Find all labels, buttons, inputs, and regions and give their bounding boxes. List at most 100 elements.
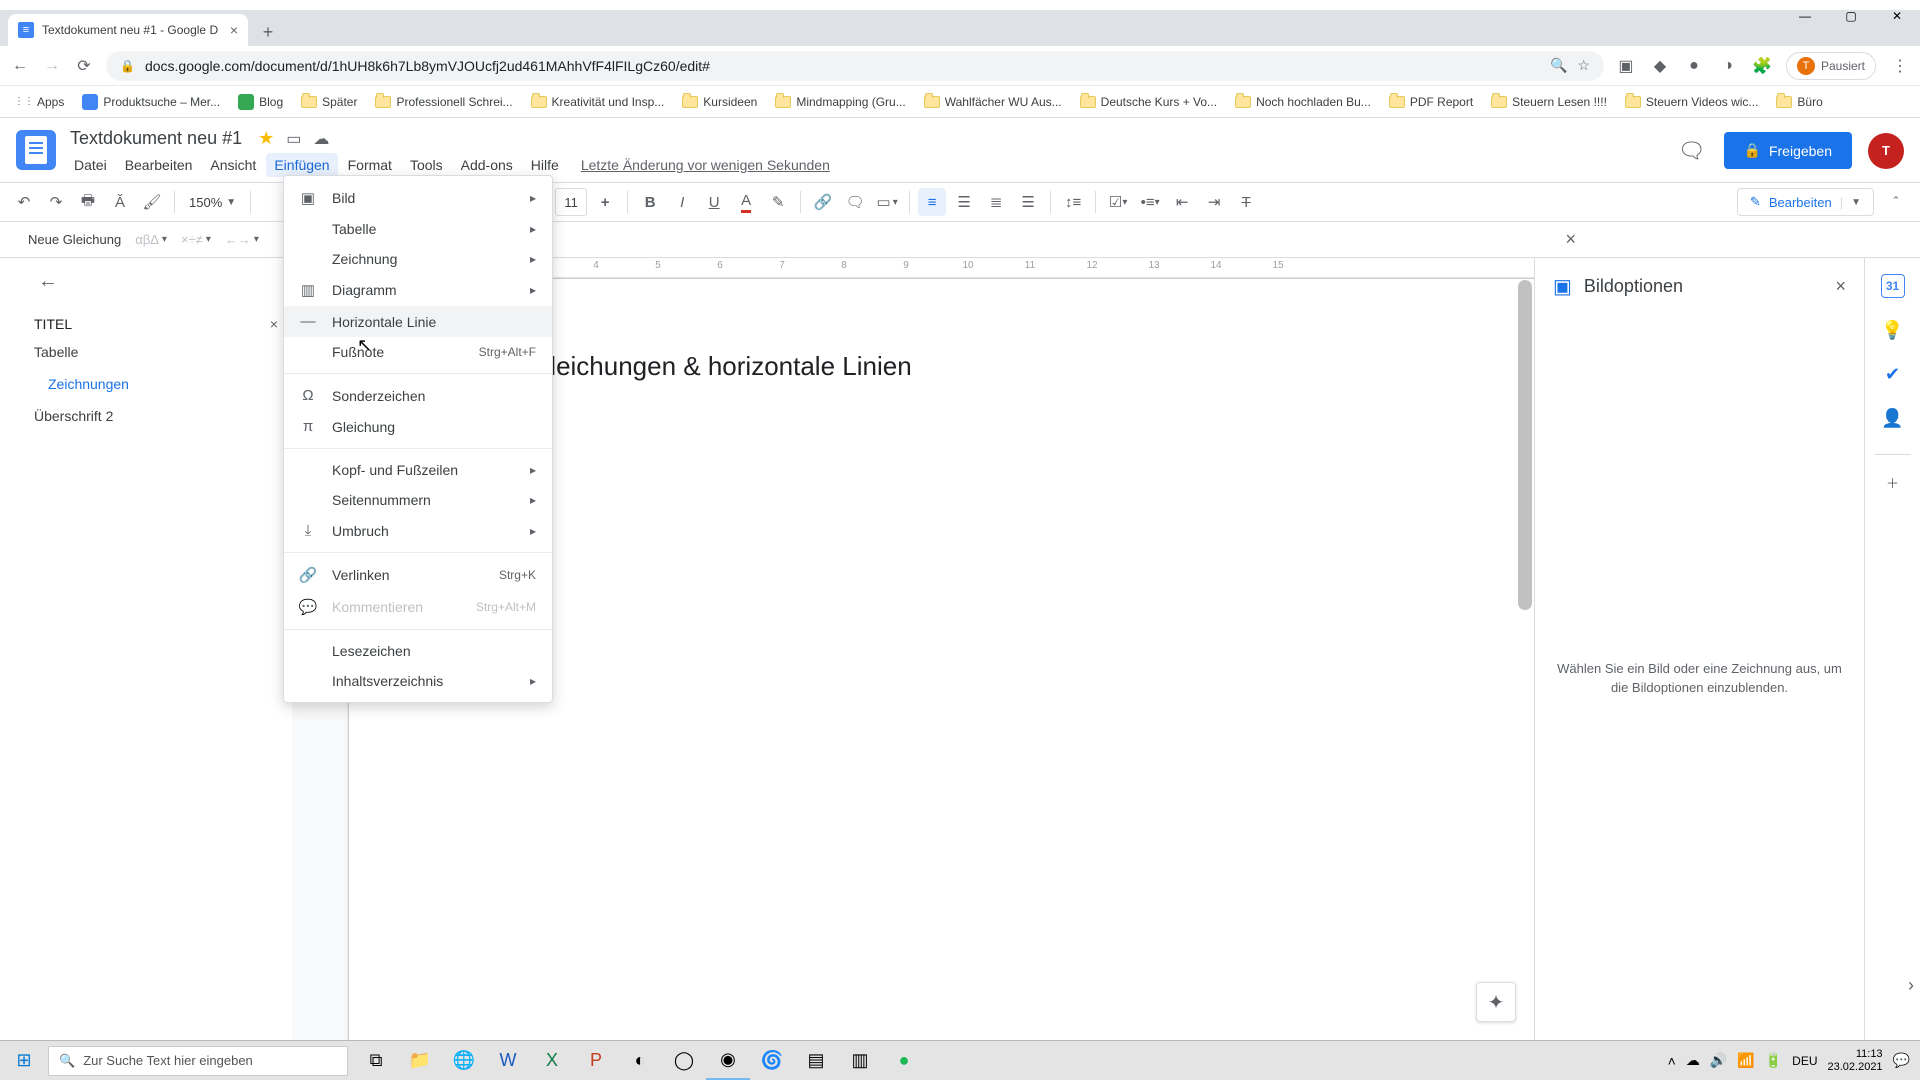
app4-icon[interactable]: ▥: [838, 1041, 882, 1080]
address-bar[interactable]: 🔒 docs.google.com/document/d/1hUH8k6h7Lb…: [106, 51, 1604, 81]
explorer-icon[interactable]: 📁: [398, 1041, 442, 1080]
menu-item-lesezeichen[interactable]: Lesezeichen: [284, 636, 552, 666]
document-title[interactable]: Textdokument neu #1: [66, 126, 246, 151]
menu-item-fußnote[interactable]: FußnoteStrg+Alt+F: [284, 337, 552, 367]
menu-hilfe[interactable]: Hilfe: [523, 153, 567, 177]
align-justify-icon[interactable]: ☰: [1014, 188, 1042, 216]
vertical-scrollbar[interactable]: [1518, 280, 1532, 940]
tray-up-icon[interactable]: ˄: [1668, 1053, 1676, 1069]
insert-image-icon[interactable]: ▭▾: [873, 188, 901, 216]
align-center-icon[interactable]: ☰: [950, 188, 978, 216]
align-right-icon[interactable]: ≣: [982, 188, 1010, 216]
tab-close-icon[interactable]: ×: [230, 22, 238, 38]
bold-icon[interactable]: B: [636, 188, 664, 216]
scrollbar-thumb[interactable]: [1518, 280, 1532, 610]
edge2-icon[interactable]: 🌀: [750, 1041, 794, 1080]
menu-item-zeichnung[interactable]: Zeichnung▸: [284, 244, 552, 274]
undo-icon[interactable]: ↶: [10, 188, 38, 216]
menu-item-horizontale-linie[interactable]: —Horizontale Linie: [284, 306, 552, 337]
bookmark-item[interactable]: Steuern Videos wic...: [1619, 91, 1765, 113]
nav-reload-icon[interactable]: ⟳: [74, 56, 94, 76]
indent-less-icon[interactable]: ⇤: [1168, 188, 1196, 216]
menu-item-seitennummern[interactable]: Seitennummern▸: [284, 485, 552, 515]
menu-add-ons[interactable]: Add-ons: [453, 153, 521, 177]
extensions-icon[interactable]: 🧩: [1752, 56, 1772, 76]
bookmark-item[interactable]: Noch hochladen Bu...: [1229, 91, 1377, 113]
tray-wifi-icon[interactable]: 📶: [1737, 1052, 1754, 1069]
star-url-icon[interactable]: ☆: [1577, 57, 1590, 74]
chrome-taskbar-icon[interactable]: ◉: [706, 1041, 750, 1080]
textcolor-icon[interactable]: A: [732, 188, 760, 216]
menu-item-gleichung[interactable]: πGleichung: [284, 411, 552, 442]
comment-history-icon[interactable]: 🗨: [1676, 135, 1708, 167]
ext2-icon[interactable]: ●: [1684, 56, 1704, 76]
window-minimize-icon[interactable]: —: [1782, 0, 1828, 32]
bookmark-item[interactable]: PDF Report: [1383, 91, 1479, 113]
explore-button[interactable]: ✦: [1476, 982, 1516, 1022]
indent-more-icon[interactable]: ⇥: [1200, 188, 1228, 216]
linespacing-icon[interactable]: ↕≡: [1059, 188, 1087, 216]
app1-icon[interactable]: ◐: [618, 1041, 662, 1080]
italic-icon[interactable]: I: [668, 188, 696, 216]
collapse-toolbar-icon[interactable]: ˆ: [1882, 188, 1910, 216]
editing-mode-button[interactable]: ✎ Bearbeiten | ▼: [1737, 188, 1874, 216]
tasks-icon[interactable]: ✔: [1881, 362, 1905, 386]
keep-icon[interactable]: 💡: [1881, 318, 1905, 342]
bulletlist-icon[interactable]: •≡▾: [1136, 188, 1164, 216]
bookmark-item[interactable]: Professionell Schrei...: [369, 91, 518, 113]
bookmark-item[interactable]: Später: [295, 91, 363, 113]
new-tab-button[interactable]: +: [254, 18, 282, 46]
cloud-status-icon[interactable]: ☁: [313, 129, 329, 149]
bookmark-item[interactable]: Büro: [1770, 91, 1828, 113]
outline-item[interactable]: Tabelle: [34, 336, 278, 368]
menu-bearbeiten[interactable]: Bearbeiten: [117, 153, 201, 177]
ext1-icon[interactable]: ◆: [1650, 56, 1670, 76]
chrome-menu-icon[interactable]: ⋮: [1890, 56, 1910, 76]
checklist-icon[interactable]: ☑▾: [1104, 188, 1132, 216]
bookmark-item[interactable]: Kreativität und Insp...: [525, 91, 671, 113]
calendar-icon[interactable]: 31: [1881, 274, 1905, 298]
tray-notif-icon[interactable]: 💬: [1893, 1052, 1910, 1069]
side-rail-toggle-icon[interactable]: ›: [1908, 975, 1914, 996]
print-icon[interactable]: 🖶: [74, 188, 102, 216]
insert-comment-icon[interactable]: 🗨: [841, 188, 869, 216]
eq-greek-icon[interactable]: αβΔ ▾: [135, 232, 167, 247]
ext3-icon[interactable]: ◑: [1718, 56, 1738, 76]
menu-item-sonderzeichen[interactable]: ΩSonderzeichen: [284, 380, 552, 411]
fontsize-value[interactable]: 11: [555, 188, 587, 216]
paintformat-icon[interactable]: 🖌: [138, 188, 166, 216]
outline-item[interactable]: Überschrift 2: [34, 400, 278, 432]
bookmark-item[interactable]: Deutsche Kurs + Vo...: [1074, 91, 1223, 113]
start-button[interactable]: ⊞: [0, 1041, 48, 1080]
ppt-icon[interactable]: P: [574, 1041, 618, 1080]
star-icon[interactable]: ★: [258, 128, 274, 149]
redo-icon[interactable]: ↷: [42, 188, 70, 216]
bookmark-item[interactable]: Steuern Lesen !!!!: [1485, 91, 1613, 113]
zoom-icon[interactable]: 🔍: [1550, 57, 1567, 74]
menu-tools[interactable]: Tools: [402, 153, 451, 177]
outline-back-icon[interactable]: ←: [38, 270, 58, 293]
menu-item-kopf-und-fußzeilen[interactable]: Kopf- und Fußzeilen▸: [284, 455, 552, 485]
tray-date[interactable]: 23.02.2021: [1828, 1061, 1883, 1073]
tray-batt-icon[interactable]: 🔋: [1765, 1052, 1782, 1069]
chevron-down-icon[interactable]: ▼: [1851, 197, 1861, 208]
menu-item-diagramm[interactable]: ▥Diagramm▸: [284, 274, 552, 306]
menu-format[interactable]: Format: [340, 153, 400, 177]
tray-cloud-icon[interactable]: ☁: [1686, 1052, 1700, 1069]
eq-close-icon[interactable]: ×: [1565, 229, 1576, 250]
addons-plus-icon[interactable]: ＋: [1875, 454, 1911, 492]
share-button[interactable]: 🔒 Freigeben: [1724, 132, 1852, 169]
insert-link-icon[interactable]: 🔗: [809, 188, 837, 216]
eq-ops-icon[interactable]: ×÷≠ ▾: [181, 232, 211, 247]
nav-back-icon[interactable]: ←: [10, 56, 30, 76]
menu-ansicht[interactable]: Ansicht: [202, 153, 264, 177]
word-icon[interactable]: W: [486, 1041, 530, 1080]
bookmarks-apps[interactable]: ⋮⋮Apps: [10, 90, 70, 114]
docs-logo-icon[interactable]: [16, 130, 56, 170]
zoom-select[interactable]: 150%▼: [183, 195, 242, 210]
outline-item[interactable]: Zeichnungen: [34, 368, 278, 400]
window-close-icon[interactable]: ✕: [1874, 0, 1920, 32]
highlight-icon[interactable]: ✎: [764, 188, 792, 216]
bookmark-item[interactable]: Wahlfächer WU Aus...: [918, 91, 1068, 113]
contacts-icon[interactable]: 👤: [1881, 406, 1905, 430]
